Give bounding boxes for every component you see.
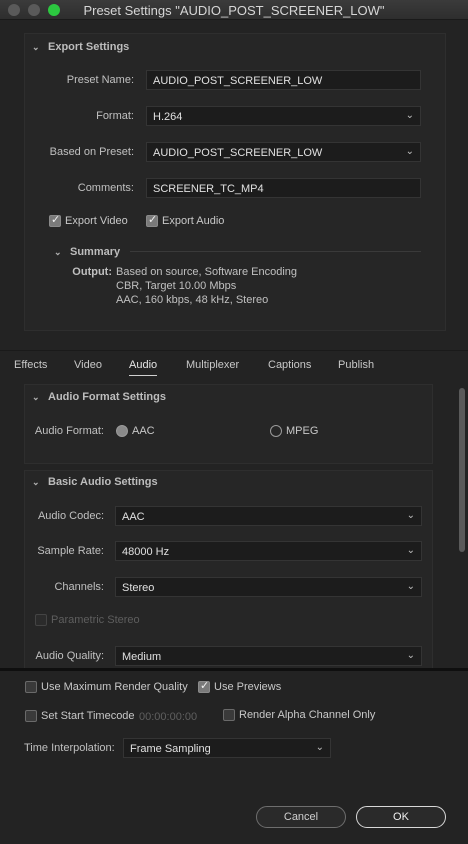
parametric-stereo-label: Parametric Stereo bbox=[51, 614, 140, 626]
sample-rate-select[interactable]: 48000 Hz ⌄ bbox=[115, 541, 422, 561]
ok-button[interactable]: OK bbox=[356, 806, 446, 828]
comments-label: Comments: bbox=[77, 182, 134, 194]
audio-codec-label: Audio Codec: bbox=[37, 510, 104, 522]
format-value: H.264 bbox=[153, 111, 183, 123]
use-previews-label[interactable]: Use Previews bbox=[214, 681, 281, 693]
chevron-down-icon: ⌄ bbox=[406, 510, 415, 521]
settings-scrollbar-thumb[interactable] bbox=[459, 388, 465, 552]
audio-quality-label: Audio Quality: bbox=[35, 650, 104, 662]
tab-multiplexer[interactable]: Multiplexer bbox=[186, 359, 239, 371]
audio-format-label: Audio Format: bbox=[34, 425, 104, 437]
checkmark-icon: ✓ bbox=[148, 214, 158, 226]
render-alpha-label[interactable]: Render Alpha Channel Only bbox=[239, 709, 375, 721]
chevron-down-icon: ⌄ bbox=[406, 581, 415, 592]
preset-name-input[interactable]: AUDIO_POST_SCREENER_LOW bbox=[146, 70, 421, 90]
tab-audio[interactable]: Audio bbox=[129, 359, 158, 376]
settings-tabs: Effects Video Audio Multiplexer Captions… bbox=[0, 350, 468, 378]
preset-name-label: Preset Name: bbox=[66, 74, 134, 86]
based-on-preset-select[interactable]: AUDIO_POST_SCREENER_LOW ⌄ bbox=[146, 142, 421, 162]
mpeg-radio-label[interactable]: MPEG bbox=[286, 425, 318, 437]
time-interpolation-select[interactable]: Frame Sampling ⌄ bbox=[123, 738, 331, 758]
max-render-quality-label[interactable]: Use Maximum Render Quality bbox=[41, 681, 188, 693]
set-start-timecode-label[interactable]: Set Start Timecode bbox=[41, 710, 135, 722]
chevron-down-icon: ⌄ bbox=[406, 545, 415, 556]
export-settings-header[interactable]: ⌄ Export Settings bbox=[32, 41, 129, 53]
time-interpolation-value: Frame Sampling bbox=[130, 743, 211, 755]
tab-publish[interactable]: Publish bbox=[338, 359, 374, 371]
audio-codec-value: AAC bbox=[122, 511, 145, 523]
audio-format-header[interactable]: ⌄ Audio Format Settings bbox=[32, 391, 166, 403]
channels-label: Channels: bbox=[54, 581, 104, 593]
sample-rate-value: 48000 Hz bbox=[122, 546, 170, 558]
chevron-down-icon: ⌄ bbox=[32, 42, 40, 52]
chevron-down-icon: ⌄ bbox=[406, 650, 415, 661]
export-settings-title: Export Settings bbox=[48, 41, 130, 53]
tab-video[interactable]: Video bbox=[74, 359, 102, 371]
basic-audio-title: Basic Audio Settings bbox=[48, 476, 158, 488]
audio-quality-select[interactable]: Medium ⌄ bbox=[115, 646, 422, 666]
based-on-preset-label: Based on Preset: bbox=[49, 146, 134, 158]
time-interpolation-label: Time Interpolation: bbox=[24, 742, 115, 754]
parametric-stereo-checkbox bbox=[35, 614, 47, 626]
aac-radio-label[interactable]: AAC bbox=[132, 425, 155, 437]
start-timecode-value: 00:00:00:00 bbox=[139, 711, 198, 723]
export-video-checkbox[interactable]: ✓ bbox=[49, 214, 61, 227]
comments-input[interactable]: SCREENER_TC_MP4 bbox=[146, 178, 421, 198]
audio-codec-select[interactable]: AAC ⌄ bbox=[115, 506, 422, 526]
summary-header[interactable]: ⌄ Summary bbox=[54, 246, 120, 258]
summary-line-2: CBR, Target 10.00 Mbps bbox=[116, 280, 237, 292]
export-audio-checkbox[interactable]: ✓ bbox=[146, 214, 158, 227]
summary-line-3: AAC, 160 kbps, 48 kHz, Stereo bbox=[116, 294, 269, 306]
channels-select[interactable]: Stereo ⌄ bbox=[115, 577, 422, 597]
based-on-preset-value: AUDIO_POST_SCREENER_LOW bbox=[153, 147, 323, 159]
checkmark-icon: ✓ bbox=[51, 214, 61, 226]
chevron-down-icon: ⌄ bbox=[32, 477, 40, 487]
sample-rate-label: Sample Rate: bbox=[37, 545, 104, 557]
export-audio-label[interactable]: Export Audio bbox=[162, 215, 224, 227]
format-select[interactable]: H.264 ⌄ bbox=[146, 106, 421, 126]
basic-audio-panel bbox=[24, 470, 433, 670]
channels-value: Stereo bbox=[122, 582, 155, 594]
use-previews-checkbox[interactable]: ✓ bbox=[198, 680, 210, 693]
chevron-down-icon: ⌄ bbox=[405, 110, 414, 121]
checkmark-icon: ✓ bbox=[200, 680, 210, 692]
tab-captions[interactable]: Captions bbox=[268, 359, 311, 371]
summary-divider bbox=[130, 251, 421, 252]
export-video-label[interactable]: Export Video bbox=[65, 215, 128, 227]
chevron-down-icon: ⌄ bbox=[315, 742, 324, 753]
aac-radio[interactable] bbox=[116, 425, 128, 437]
audio-quality-value: Medium bbox=[122, 651, 162, 663]
mpeg-radio[interactable] bbox=[270, 425, 282, 437]
format-label: Format: bbox=[96, 110, 134, 122]
max-render-quality-checkbox[interactable] bbox=[25, 681, 37, 693]
title-bar: Preset Settings "AUDIO_POST_SCREENER_LOW… bbox=[0, 0, 468, 20]
set-start-timecode-checkbox[interactable] bbox=[25, 710, 37, 722]
render-alpha-checkbox[interactable] bbox=[223, 709, 235, 721]
chevron-down-icon: ⌄ bbox=[54, 247, 62, 257]
cancel-button[interactable]: Cancel bbox=[256, 806, 346, 828]
basic-audio-header[interactable]: ⌄ Basic Audio Settings bbox=[32, 476, 158, 488]
tab-effects[interactable]: Effects bbox=[14, 359, 47, 371]
summary-title: Summary bbox=[70, 246, 121, 258]
summary-line-1: Based on source, Software Encoding bbox=[116, 266, 298, 278]
chevron-down-icon: ⌄ bbox=[405, 146, 414, 157]
chevron-down-icon: ⌄ bbox=[32, 392, 40, 402]
audio-format-title: Audio Format Settings bbox=[48, 391, 166, 403]
output-label: Output: bbox=[72, 266, 112, 278]
window-title: Preset Settings "AUDIO_POST_SCREENER_LOW… bbox=[83, 3, 385, 18]
